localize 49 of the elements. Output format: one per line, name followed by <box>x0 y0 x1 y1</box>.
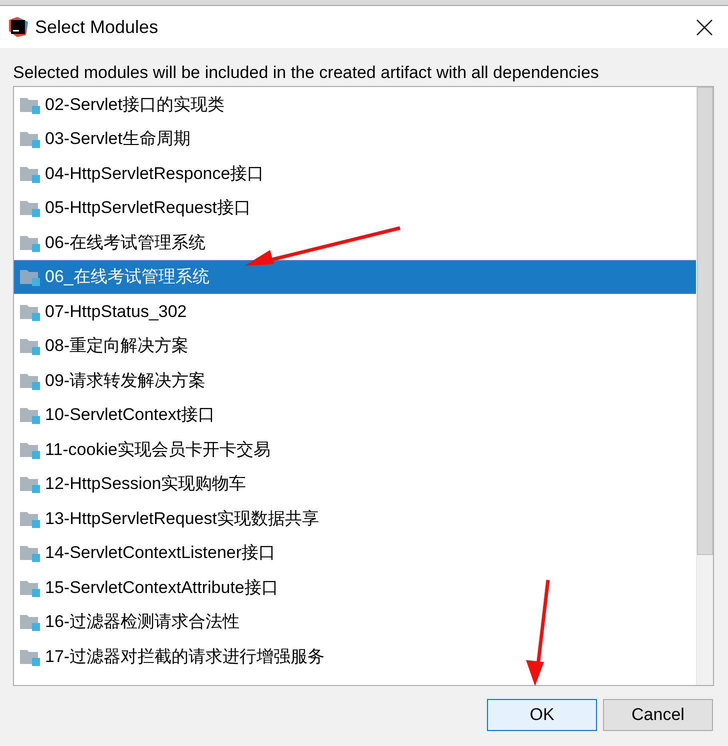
module-folder-icon <box>19 129 41 148</box>
module-list-item[interactable]: 05-HttpServletRequest接口 <box>14 190 696 225</box>
module-folder-icon <box>19 612 41 632</box>
module-list-item[interactable]: 17-过滤器对拦截的请求进行增强服务 <box>14 639 696 674</box>
module-name: 06-在线考试管理系统 <box>45 232 206 254</box>
module-name: 14-ServletContextListener接口 <box>45 542 276 564</box>
module-list-item[interactable]: 15-ServletContextAttribute接口 <box>14 570 696 604</box>
module-list-item[interactable]: 07-HttpStatus_302 <box>14 294 696 328</box>
module-name: 02-Servlet接口的实现类 <box>45 94 224 116</box>
module-list-item[interactable]: 16-过滤器检测请求合法性 <box>14 604 696 639</box>
module-folder-icon <box>19 336 41 356</box>
module-list-item[interactable]: 04-HttpServletResponce接口 <box>14 156 696 190</box>
module-name: 17-过滤器对拦截的请求进行增强服务 <box>45 646 325 668</box>
module-list-item[interactable]: 08-重定向解决方案 <box>14 328 696 363</box>
close-icon <box>696 18 712 36</box>
module-folder-icon <box>19 543 41 562</box>
module-list-item[interactable]: 06_在线考试管理系统 <box>14 260 696 294</box>
module-name: 15-ServletContextAttribute接口 <box>45 576 278 598</box>
module-name: 08-重定向解决方案 <box>45 335 189 357</box>
module-name: 16-过滤器检测请求合法性 <box>45 611 240 633</box>
module-list-item[interactable]: 06-在线考试管理系统 <box>14 225 696 260</box>
module-name: 06_在线考试管理系统 <box>45 266 210 288</box>
module-list-item[interactable]: 13-HttpServletRequest实现数据共享 <box>14 501 696 536</box>
module-folder-icon <box>19 198 41 218</box>
module-list-item[interactable]: 14-ServletContextListener接口 <box>14 536 696 570</box>
description-text: Selected modules will be included in the created artifact with all dependencies <box>13 62 600 84</box>
module-name: 07-HttpStatus_302 <box>45 300 187 322</box>
module-list-item[interactable]: 03-Servlet生命周期 <box>14 122 696 156</box>
module-name: 05-HttpServletRequest接口 <box>45 197 251 219</box>
module-name: 09-请求转发解决方案 <box>45 370 206 392</box>
module-list-item[interactable]: 12-HttpSession实现购物车 <box>14 466 696 501</box>
module-list-item[interactable]: 10-ServletContext接口 <box>14 398 696 432</box>
module-name: 03-Servlet生命周期 <box>45 128 190 150</box>
module-folder-icon <box>19 267 41 286</box>
module-name: 04-HttpServletResponce接口 <box>45 162 264 184</box>
ok-button[interactable]: OK <box>487 699 597 731</box>
module-name: 13-HttpServletRequest实现数据共享 <box>45 508 319 530</box>
scrollbar-thumb[interactable] <box>697 87 713 555</box>
module-name: 11-cookie实现会员卡开卡交易 <box>45 438 270 460</box>
module-name: 10-ServletContext接口 <box>45 404 216 426</box>
module-name: 12-HttpSession实现购物车 <box>45 473 246 495</box>
window-title: Select Modules <box>35 16 158 38</box>
module-folder-icon <box>19 405 41 424</box>
module-list-item[interactable]: 09-请求转发解决方案 <box>14 363 696 398</box>
cancel-button[interactable]: Cancel <box>603 699 713 731</box>
module-list-item[interactable]: 11-cookie实现会员卡开卡交易 <box>14 432 696 466</box>
app-logo-icon <box>7 16 29 38</box>
module-folder-icon <box>19 474 41 494</box>
module-list-item[interactable]: 02-Servlet接口的实现类 <box>14 87 696 122</box>
